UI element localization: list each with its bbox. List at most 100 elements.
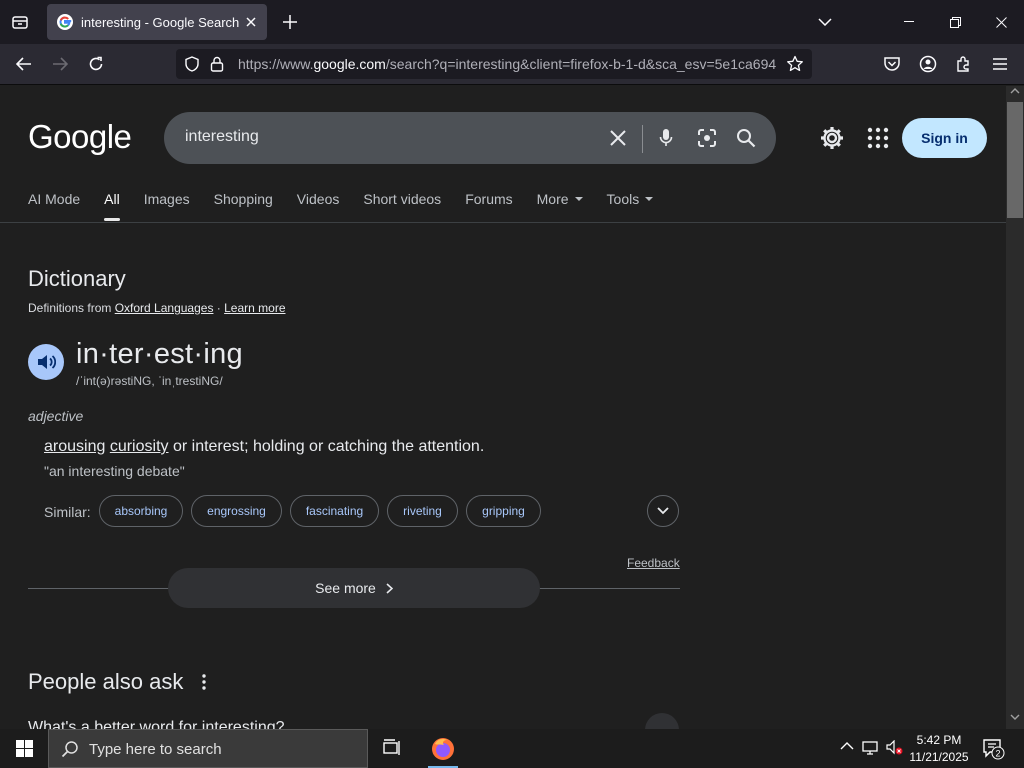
paa-expand-icon[interactable]: [645, 713, 679, 729]
new-tab-icon[interactable]: [279, 11, 301, 33]
show-hidden-icons-chevron-icon: [840, 742, 854, 750]
chevron-right-icon: [386, 582, 393, 594]
lock-icon[interactable]: [210, 56, 224, 72]
search-icon: [61, 741, 78, 758]
source-prefix: Definitions from: [28, 301, 115, 315]
address-bar[interactable]: https://www.google.com/search?q=interest…: [176, 49, 812, 79]
tab-more-label: More: [536, 191, 569, 207]
paa-question[interactable]: What's a better word for interesting?: [28, 719, 285, 729]
tab-more[interactable]: More: [537, 191, 583, 221]
scroll-down-icon: [1010, 714, 1020, 720]
search-query[interactable]: interesting: [185, 128, 259, 146]
caret-down-icon: [574, 197, 583, 201]
expand-chevron-icon[interactable]: [647, 495, 679, 527]
browser-nav-bar: https://www.google.com/search?q=interest…: [0, 44, 1024, 85]
volume-muted-icon: [886, 740, 903, 755]
google-logo[interactable]: Google: [28, 118, 132, 156]
page-scrollbar[interactable]: [1006, 86, 1024, 729]
tab-title: interesting - Google Search: [81, 14, 240, 30]
close-tab-icon[interactable]: [241, 12, 261, 32]
similar-chip-fascinating[interactable]: fascinating: [290, 495, 379, 527]
tab-all[interactable]: All: [104, 191, 120, 221]
clock-date: 11/21/2025: [909, 750, 969, 764]
clock-time: 5:42 PM: [916, 733, 962, 747]
learn-more-link[interactable]: Learn more: [224, 301, 285, 315]
url-text: https://www.google.com/search?q=interest…: [238, 56, 777, 72]
scrollbar-thumb[interactable]: [1007, 102, 1023, 218]
definition: arousing curiosity or interest; holding …: [44, 438, 484, 456]
shield-icon[interactable]: [184, 56, 200, 72]
scroll-up-icon: [1010, 88, 1020, 94]
network-icon: [862, 741, 878, 755]
headword: in·ter·est·ing: [76, 338, 243, 370]
caret-down-icon: [645, 197, 654, 201]
account-icon[interactable]: [916, 52, 940, 76]
microphone-icon[interactable]: [654, 126, 678, 150]
search-divider: [642, 125, 643, 153]
tab-ai-mode[interactable]: AI Mode: [28, 191, 80, 221]
task-view-icon[interactable]: [382, 738, 402, 758]
google-favicon-icon: [57, 14, 73, 30]
similar-chip-riveting[interactable]: riveting: [387, 495, 458, 527]
tab-images[interactable]: Images: [144, 191, 190, 221]
sign-in-button[interactable]: Sign in: [902, 118, 987, 158]
usage-example: "an interesting debate": [44, 463, 185, 479]
pronounce-speaker-icon[interactable]: [28, 344, 64, 380]
people-also-ask-heading: People also ask: [28, 669, 184, 694]
browser-tab-bar: interesting - Google Search: [0, 0, 1024, 44]
similar-label: Similar:: [44, 504, 91, 520]
similar-chip-absorbing[interactable]: absorbing: [99, 495, 183, 527]
clear-search-icon[interactable]: [606, 126, 630, 150]
settings-gear-icon[interactable]: [818, 124, 846, 152]
restore-icon[interactable]: [932, 0, 978, 44]
taskbar-clock[interactable]: 5:42 PM 11/21/2025: [905, 732, 973, 766]
back-arrow-icon[interactable]: [12, 52, 36, 76]
notification-center-icon[interactable]: 2: [982, 738, 1006, 760]
dictionary-source: Definitions from Oxford Languages · Lear…: [28, 301, 286, 315]
forward-arrow-icon[interactable]: [48, 52, 72, 76]
tab-short-videos[interactable]: Short videos: [363, 191, 441, 221]
close-window-icon[interactable]: [978, 0, 1024, 44]
pocket-icon[interactable]: [880, 52, 904, 76]
bookmark-star-icon[interactable]: [786, 55, 804, 73]
chevron-down-icon[interactable]: [814, 11, 836, 33]
header-divider: [0, 222, 1006, 223]
search-tabs: AI Mode All Images Shopping Videos Short…: [28, 191, 677, 221]
more-options-icon[interactable]: [198, 674, 210, 690]
google-results-page: Google interesting Sign in AI Mode All I…: [0, 86, 1006, 729]
pronunciation: /ˈint(ə)rəstiNG, ˈinˌtrestiNG/: [76, 374, 223, 388]
source-separator: ·: [213, 301, 225, 315]
extensions-icon[interactable]: [952, 52, 976, 76]
google-apps-icon[interactable]: [866, 126, 890, 150]
definition-rest: or interest; holding or catching the att…: [168, 438, 485, 455]
menu-icon[interactable]: [988, 52, 1012, 76]
notification-count: 2: [995, 749, 1000, 759]
tab-shopping[interactable]: Shopping: [214, 191, 273, 221]
definition-link-curiosity[interactable]: curiosity: [110, 438, 169, 455]
oxford-languages-link[interactable]: Oxford Languages: [115, 301, 214, 315]
tab-tools-label: Tools: [606, 191, 640, 207]
see-more-button[interactable]: See more: [168, 568, 540, 608]
dictionary-heading: Dictionary: [28, 266, 126, 291]
tab-tools[interactable]: Tools: [607, 191, 654, 221]
windows-start-icon[interactable]: [0, 729, 48, 768]
firefox-taskbar-icon[interactable]: [424, 729, 462, 768]
tab-list-icon[interactable]: [8, 10, 32, 34]
lens-camera-icon[interactable]: [695, 126, 719, 150]
tab-forums[interactable]: Forums: [465, 191, 512, 221]
feedback-link[interactable]: Feedback: [627, 556, 680, 570]
reload-icon[interactable]: [84, 52, 108, 76]
similar-chip-engrossing[interactable]: engrossing: [191, 495, 282, 527]
similar-chip-gripping[interactable]: gripping: [466, 495, 541, 527]
browser-tab[interactable]: interesting - Google Search: [47, 4, 267, 40]
search-input[interactable]: interesting: [164, 112, 776, 164]
definition-link-arousing[interactable]: arousing: [44, 438, 105, 455]
tab-videos[interactable]: Videos: [297, 191, 340, 221]
part-of-speech: adjective: [28, 408, 84, 424]
see-more-label: See more: [315, 580, 376, 596]
windows-taskbar: Type here to search 5:42 PM 11/21/2025 2: [0, 729, 1024, 768]
minimize-icon[interactable]: [886, 0, 932, 44]
taskbar-search-input[interactable]: Type here to search: [48, 729, 368, 768]
search-icon[interactable]: [734, 126, 758, 150]
taskbar-search-placeholder: Type here to search: [89, 741, 222, 758]
